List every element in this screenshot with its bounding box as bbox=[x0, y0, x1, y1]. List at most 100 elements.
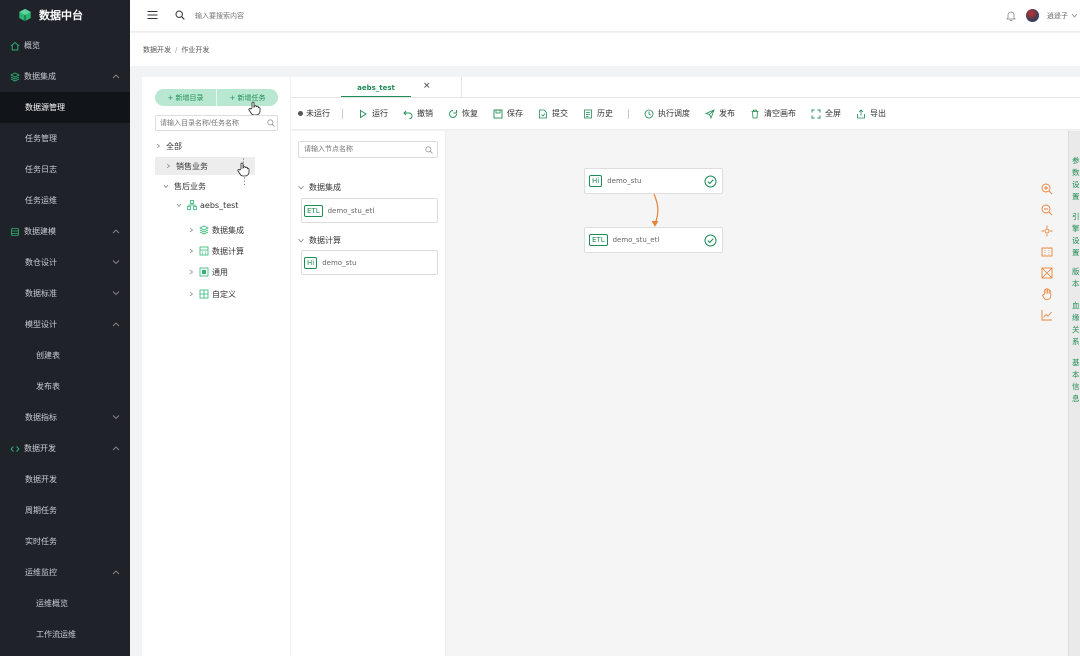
fit-view-icon[interactable] bbox=[1041, 246, 1053, 258]
layout-icon[interactable] bbox=[1041, 267, 1053, 279]
right-property-rail: 参数设置 引擎设置 版本 血缘关系 基本信息 bbox=[1068, 131, 1080, 656]
sidebar-item-label: 实时任务 bbox=[25, 537, 57, 546]
rail-tab-lineage[interactable]: 血缘关系 bbox=[1072, 300, 1080, 348]
sidebar-item-create-table[interactable]: 创建表 bbox=[0, 340, 130, 371]
fullscreen-icon bbox=[811, 109, 821, 118]
palette-node-hive[interactable]: Hi demo_stu bbox=[301, 250, 438, 275]
search-icon[interactable] bbox=[267, 119, 275, 127]
search-icon[interactable] bbox=[425, 146, 433, 154]
hamburger-menu-icon[interactable] bbox=[147, 10, 158, 20]
palette-group-label: 数据集成 bbox=[309, 183, 341, 192]
workflow-icon bbox=[187, 200, 197, 210]
palette-node-etl[interactable]: ETL demo_stu_etl bbox=[301, 198, 438, 223]
app-logo[interactable]: 数据中台 bbox=[0, 0, 130, 30]
publish-button[interactable]: 发布 bbox=[705, 108, 735, 119]
search-icon[interactable] bbox=[175, 10, 185, 20]
sidebar-item-realtime-task[interactable]: 实时任务 bbox=[0, 526, 130, 557]
tree-node-label: 数据集成 bbox=[212, 225, 244, 235]
tree-node-general[interactable]: 通用 bbox=[188, 263, 278, 281]
clock-icon bbox=[644, 109, 654, 118]
schedule-button[interactable]: 执行调度 bbox=[644, 108, 690, 119]
sidebar-item-data-integration[interactable]: 数据集成 bbox=[0, 61, 130, 92]
flow-node-etl[interactable]: ETL demo_stu_etl bbox=[584, 227, 723, 253]
sidebar-item-workflow-ops[interactable]: 工作流运维 bbox=[0, 619, 130, 650]
sidebar-item-label: 数据开发 bbox=[25, 475, 57, 484]
user-name[interactable]: 逍遥子 bbox=[1047, 11, 1068, 21]
editor-tab-bar: aebs_test × bbox=[291, 77, 1080, 98]
sidebar-item-label: 模型设计 bbox=[25, 320, 57, 329]
close-icon[interactable]: × bbox=[423, 81, 431, 91]
chevron-down-icon bbox=[298, 238, 304, 243]
redo-icon bbox=[449, 109, 457, 118]
palette-group-integration[interactable]: 数据集成 bbox=[298, 182, 341, 193]
undo-button[interactable]: 撤销 bbox=[403, 108, 433, 119]
tab-aebs-test[interactable]: aebs_test × bbox=[291, 77, 462, 98]
sidebar-item-data-development[interactable]: 数据开发 bbox=[0, 433, 130, 464]
sidebar-item-label: 创建表 bbox=[36, 351, 60, 360]
chevron-down-icon[interactable] bbox=[1071, 13, 1078, 18]
center-focus-icon[interactable] bbox=[1041, 225, 1053, 237]
clear-canvas-button[interactable]: 清空画布 bbox=[750, 108, 796, 119]
sidebar-item-data-standard[interactable]: 数据标准 bbox=[0, 278, 130, 309]
rail-tab-params[interactable]: 参数设置 bbox=[1072, 155, 1080, 203]
workflow-canvas[interactable]: Hi demo_stu ETL demo_stu_etl bbox=[447, 131, 1068, 656]
rail-tab-basic-info[interactable]: 基本信息 bbox=[1072, 357, 1080, 405]
sidebar-item-task-ops[interactable]: 任务运维 bbox=[0, 185, 130, 216]
sidebar-item-label: 数据建模 bbox=[24, 227, 56, 236]
breadcrumb-parent[interactable]: 数据开发 bbox=[143, 45, 171, 55]
submit-button[interactable]: 提交 bbox=[538, 108, 568, 119]
palette-node-label: demo_stu bbox=[322, 258, 357, 267]
rail-tab-engine[interactable]: 引擎设置 bbox=[1072, 211, 1080, 259]
toolbar-divider bbox=[342, 108, 343, 119]
sidebar-item-label: 任务日志 bbox=[25, 165, 57, 174]
toolbar-divider bbox=[628, 108, 629, 119]
flow-node-hive[interactable]: Hi demo_stu bbox=[584, 168, 723, 194]
tree-node-data-compute[interactable]: 数据计算 bbox=[188, 242, 278, 260]
chevron-up-icon bbox=[112, 446, 120, 451]
flow-edge bbox=[651, 193, 659, 227]
sidebar-item-task-mgmt[interactable]: 任务管理 bbox=[0, 123, 130, 154]
sidebar-item-data-dev-sub[interactable]: 数据开发 bbox=[0, 464, 130, 495]
sidebar-item-datasource-mgmt[interactable]: 数据源管理 bbox=[0, 92, 130, 123]
run-button[interactable]: 运行 bbox=[358, 108, 388, 119]
tree-search-input[interactable] bbox=[155, 115, 278, 131]
sidebar-item-model-design[interactable]: 模型设计 bbox=[0, 309, 130, 340]
sidebar-item-warehouse-design[interactable]: 数仓设计 bbox=[0, 247, 130, 278]
tree-node-all[interactable]: 全部 bbox=[155, 137, 275, 155]
avatar[interactable] bbox=[1026, 9, 1039, 22]
rail-tab-version[interactable]: 版本 bbox=[1072, 266, 1080, 290]
export-button[interactable]: 导出 bbox=[856, 108, 886, 119]
pan-hand-icon[interactable] bbox=[1041, 288, 1053, 300]
palette-group-compute[interactable]: 数据计算 bbox=[298, 235, 341, 246]
fullscreen-button[interactable]: 全屏 bbox=[811, 108, 841, 119]
chevron-right-icon bbox=[189, 248, 194, 254]
node-search-input[interactable] bbox=[298, 141, 438, 158]
submit-icon bbox=[539, 109, 547, 118]
tree-node-aebs-test[interactable]: aebs_test bbox=[176, 196, 276, 214]
sidebar-item-data-metrics[interactable]: 数据指标 bbox=[0, 402, 130, 433]
history-button[interactable]: 历史 bbox=[583, 108, 613, 119]
sidebar-item-task-log[interactable]: 任务日志 bbox=[0, 154, 130, 185]
tree-node-data-integration[interactable]: 数据集成 bbox=[188, 221, 278, 239]
sidebar-item-publish-table[interactable]: 发布表 bbox=[0, 371, 130, 402]
redo-button[interactable]: 恢复 bbox=[448, 108, 478, 119]
sidebar-item-overview[interactable]: 概览 bbox=[0, 30, 130, 61]
layers-icon bbox=[10, 72, 20, 81]
global-search-input[interactable] bbox=[195, 10, 395, 22]
sidebar-item-ops-overview[interactable]: 运维概览 bbox=[0, 588, 130, 619]
tree-node-custom[interactable]: 自定义 bbox=[188, 285, 278, 303]
save-button[interactable]: 保存 bbox=[493, 108, 523, 119]
more-vertical-icon[interactable]: ⋮ bbox=[240, 178, 249, 187]
zoom-in-icon[interactable] bbox=[1041, 183, 1053, 195]
line-chart-icon[interactable] bbox=[1041, 309, 1053, 321]
sidebar-item-ops-monitor[interactable]: 运维监控 bbox=[0, 557, 130, 588]
chevron-right-icon bbox=[166, 163, 171, 169]
zoom-out-icon[interactable] bbox=[1041, 204, 1053, 216]
add-directory-button[interactable]: + 新增目录 bbox=[155, 89, 217, 106]
editor-toolbar: 未运行 运行 撤销 恢复 保存 提交 历史 执行调度 发布 清空画布 全屏 导出 bbox=[291, 98, 1080, 130]
database-icon bbox=[11, 227, 19, 236]
bell-icon[interactable] bbox=[1006, 10, 1016, 21]
sidebar-item-periodic-task[interactable]: 周期任务 bbox=[0, 495, 130, 526]
clear-canvas-button-label: 清空画布 bbox=[764, 109, 796, 118]
sidebar-item-data-modeling[interactable]: 数据建模 bbox=[0, 216, 130, 247]
